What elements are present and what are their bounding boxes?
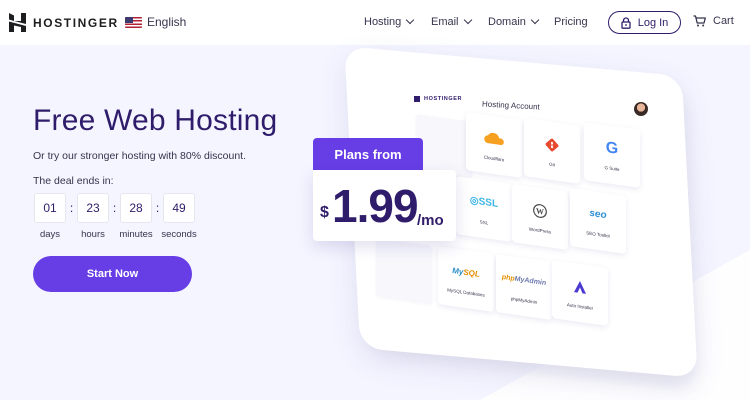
top-navbar: HOSTINGER English Hosting Email Domain P… bbox=[0, 0, 750, 45]
mockup-tile: Cloudflare bbox=[466, 112, 522, 178]
hero-title: Free Web Hosting bbox=[33, 104, 278, 137]
nav-item-label: Email bbox=[431, 16, 459, 28]
nav-item-hosting[interactable]: Hosting bbox=[364, 15, 415, 28]
tile-label: G Suite bbox=[604, 164, 620, 172]
tile-label: SEO Toolkit bbox=[586, 229, 610, 239]
price-currency: $ bbox=[320, 204, 329, 221]
seo-icon: seo bbox=[589, 207, 607, 222]
lock-icon bbox=[621, 16, 631, 29]
us-flag-icon bbox=[125, 16, 142, 28]
mockup-brand-label: HOSTINGER bbox=[424, 96, 463, 102]
timer-separator: : bbox=[69, 201, 74, 215]
auto-installer-icon bbox=[573, 277, 587, 297]
tile-label: WordPress bbox=[528, 225, 552, 235]
countdown-timer: 01 days : 23 hours : 28 minutes : 49 sec… bbox=[33, 193, 197, 240]
nav-item-label: Domain bbox=[488, 16, 526, 28]
mockup-tile: W WordPress bbox=[512, 184, 568, 250]
plans-from-header: Plans from bbox=[313, 138, 423, 170]
timer-value: 01 bbox=[34, 193, 66, 223]
nav-item-email[interactable]: Email bbox=[431, 15, 472, 28]
chevron-down-icon bbox=[463, 15, 472, 25]
cart-link[interactable]: Cart bbox=[693, 15, 734, 27]
phpmyadmin-icon: php MyAdmin bbox=[501, 273, 547, 288]
avatar bbox=[634, 102, 648, 116]
nav-item-domain[interactable]: Domain bbox=[488, 15, 540, 28]
mockup-tile: php MyAdmin phpMyAdmin bbox=[496, 254, 552, 320]
chevron-down-icon bbox=[406, 15, 415, 25]
mockup-tile: seo SEO Toolkit bbox=[570, 188, 626, 254]
price-amount: 1.99 bbox=[332, 180, 419, 232]
login-label: Log In bbox=[637, 16, 669, 29]
mockup-tile: ◎SSL SSL bbox=[456, 176, 512, 242]
timer-unit: days bbox=[39, 229, 61, 240]
google-icon: G bbox=[605, 138, 619, 158]
tile-label: Git bbox=[549, 161, 555, 167]
tile-label: MySQL Databases bbox=[447, 286, 485, 298]
mockup-tile: G G Suite bbox=[584, 122, 640, 188]
git-icon bbox=[545, 135, 559, 155]
mockup-tile: Auto Installer bbox=[552, 260, 608, 326]
timer-unit: hours bbox=[81, 229, 105, 240]
timer-value: 28 bbox=[120, 193, 152, 223]
timer-unit: minutes bbox=[119, 229, 153, 240]
timer-value: 23 bbox=[77, 193, 109, 223]
wordpress-icon: W bbox=[533, 201, 547, 221]
brand-logo[interactable]: HOSTINGER bbox=[9, 13, 119, 32]
timer-days: 01 days bbox=[33, 193, 67, 240]
svg-text:W: W bbox=[536, 206, 544, 216]
timer-minutes: 28 minutes bbox=[119, 193, 153, 240]
deal-label: The deal ends in: bbox=[33, 175, 114, 187]
timer-value: 49 bbox=[163, 193, 195, 223]
timer-seconds: 49 seconds bbox=[161, 193, 197, 240]
tile-label: Cloudflare bbox=[483, 154, 505, 162]
hostinger-logo-icon bbox=[9, 13, 26, 32]
start-now-button[interactable]: Start Now bbox=[33, 256, 192, 292]
mockup-logo-icon bbox=[414, 96, 420, 102]
cart-label: Cart bbox=[713, 15, 734, 27]
timer-unit: seconds bbox=[161, 229, 197, 240]
chevron-down-icon bbox=[530, 15, 540, 25]
login-button[interactable]: Log In bbox=[608, 11, 681, 34]
mockup-tile-faint bbox=[376, 238, 432, 304]
mysql-icon: My SQL bbox=[452, 266, 480, 279]
nav-item-label: Hosting bbox=[364, 16, 402, 28]
language-label: English bbox=[147, 15, 187, 29]
timer-separator: : bbox=[112, 201, 117, 215]
nav-item-label: Pricing bbox=[554, 16, 588, 28]
brand-name: HOSTINGER bbox=[33, 15, 119, 30]
tile-label: SSL bbox=[479, 218, 489, 226]
mockup-tile: Git bbox=[524, 118, 580, 184]
mockup-tile: My SQL MySQL Databases bbox=[438, 246, 494, 312]
ssl-icon: ◎SSL bbox=[469, 195, 499, 210]
price-period: /mo bbox=[417, 212, 444, 229]
hero-subtitle: Or try our stronger hosting with 80% dis… bbox=[33, 150, 247, 162]
language-selector[interactable]: English bbox=[125, 15, 186, 29]
tile-label: Auto Installer bbox=[566, 301, 594, 311]
timer-hours: 23 hours bbox=[76, 193, 110, 240]
mockup-brand: HOSTINGER bbox=[414, 96, 462, 102]
cart-icon bbox=[693, 15, 706, 27]
cloud-icon bbox=[483, 128, 505, 149]
nav-item-pricing[interactable]: Pricing bbox=[554, 16, 588, 28]
tile-label: phpMyAdmin bbox=[510, 295, 538, 305]
price-card: $ 1.99 /mo bbox=[313, 170, 456, 241]
